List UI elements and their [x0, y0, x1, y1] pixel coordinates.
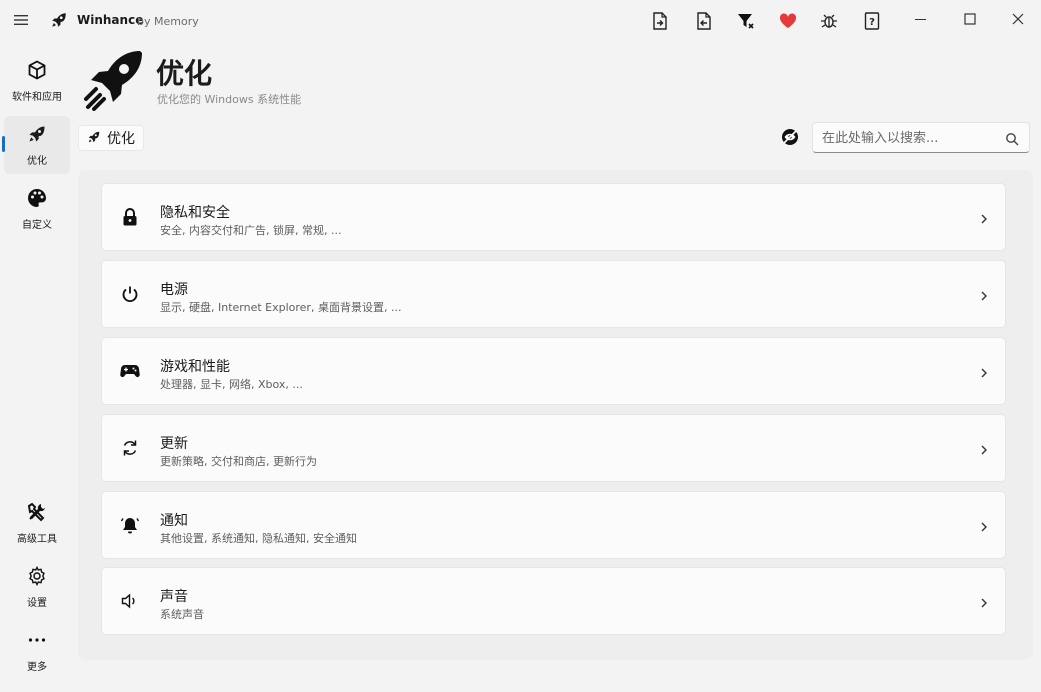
sidebar-item-label: 更多 [27, 661, 47, 673]
svg-text:?: ? [869, 17, 875, 28]
sidebar-item-optimize[interactable]: 优化 [2, 116, 70, 174]
card-title: 更新 [160, 436, 188, 452]
lock-icon [120, 207, 140, 227]
card-title: 声音 [160, 589, 188, 605]
heart-icon[interactable] [778, 11, 798, 31]
chevron-right-icon [979, 288, 989, 302]
card-power[interactable]: 电源 显示, 硬盘, Internet Explorer, 桌面背景设置, ..… [101, 260, 1006, 328]
card-privacy-security[interactable]: 隐私和安全 安全, 内容交付和广告, 锁屏, 常规, ... [101, 183, 1006, 251]
card-notifications[interactable]: 通知 其他设置, 系统通知, 隐私通知, 安全通知 [101, 491, 1006, 559]
breadcrumb-label: 优化 [107, 131, 135, 147]
card-description: 显示, 硬盘, Internet Explorer, 桌面背景设置, ... [160, 301, 402, 314]
palette-icon [27, 188, 47, 212]
card-description: 其他设置, 系统通知, 隐私通知, 安全通知 [160, 532, 357, 545]
tools-icon [27, 502, 47, 526]
minimize-button[interactable] [898, 0, 944, 38]
page-title: 优化 [156, 57, 213, 90]
sidebar-item-label: 软件和应用 [12, 91, 62, 103]
maximize-button[interactable] [947, 0, 993, 38]
chevron-right-icon [979, 595, 989, 609]
eye-off-icon[interactable] [780, 127, 800, 147]
sidebar-item-customize[interactable]: 自定义 [4, 180, 70, 238]
card-sound[interactable]: 声音 系统声音 [101, 567, 1006, 635]
card-gaming-performance[interactable]: 游戏和性能 处理器, 显卡, 网络, Xbox, ... [101, 337, 1006, 405]
chevron-right-icon [979, 442, 989, 456]
chevron-right-icon [979, 519, 989, 533]
card-title: 电源 [160, 282, 188, 298]
rocket-logo-icon [50, 11, 68, 29]
title-bar: Winhance by Memory ? [0, 0, 1041, 42]
active-indicator [2, 136, 5, 152]
speaker-icon [120, 591, 140, 611]
bug-icon[interactable] [819, 11, 839, 31]
hamburger-menu-icon[interactable] [12, 11, 30, 29]
sidebar-item-settings[interactable]: 设置 [4, 558, 70, 616]
rocket-icon [87, 129, 101, 148]
card-description: 处理器, 显卡, 网络, Xbox, ... [160, 378, 303, 391]
app-author: by Memory [137, 15, 199, 28]
sidebar-item-label: 高级工具 [17, 533, 57, 545]
gear-icon [27, 565, 47, 590]
page-subtitle: 优化您的 Windows 系统性能 [157, 93, 302, 106]
card-description: 安全, 内容交付和广告, 锁屏, 常规, ... [160, 224, 342, 237]
export-config-icon[interactable] [650, 11, 670, 31]
card-title: 游戏和性能 [160, 359, 230, 375]
sidebar-item-advanced-tools[interactable]: 高级工具 [4, 494, 70, 552]
card-title: 隐私和安全 [160, 205, 230, 221]
app-name: Winhance [77, 13, 144, 27]
search-input[interactable] [822, 129, 1002, 147]
breadcrumb[interactable]: 优化 [78, 125, 144, 151]
search-icon[interactable] [1005, 131, 1019, 146]
bell-icon [120, 515, 140, 535]
rocket-icon [27, 124, 47, 148]
chevron-right-icon [979, 365, 989, 379]
sidebar: 软件和应用 优化 自定义 高级工具 设置 更多 [0, 52, 74, 692]
rocket-header-icon [82, 49, 144, 111]
card-description: 更新策略, 交付和商店, 更新行为 [160, 455, 317, 468]
search-box[interactable] [812, 122, 1030, 153]
more-dots-icon [27, 630, 47, 654]
close-button[interactable] [995, 0, 1041, 38]
sidebar-item-label: 设置 [27, 597, 47, 609]
card-title: 通知 [160, 513, 188, 529]
sidebar-item-software-apps[interactable]: 软件和应用 [4, 52, 70, 110]
gamepad-icon [120, 361, 140, 381]
power-icon [120, 284, 140, 304]
filter-icon[interactable] [736, 11, 756, 31]
help-icon[interactable]: ? [862, 11, 882, 31]
card-updates[interactable]: 更新 更新策略, 交付和商店, 更新行为 [101, 414, 1006, 482]
cube-icon [27, 59, 47, 84]
import-config-icon[interactable] [694, 11, 714, 31]
card-description: 系统声音 [160, 608, 204, 621]
chevron-right-icon [979, 211, 989, 225]
sidebar-item-more[interactable]: 更多 [4, 622, 70, 680]
sidebar-item-label: 优化 [27, 155, 47, 167]
sync-icon [120, 438, 140, 458]
sidebar-item-label: 自定义 [22, 219, 52, 231]
